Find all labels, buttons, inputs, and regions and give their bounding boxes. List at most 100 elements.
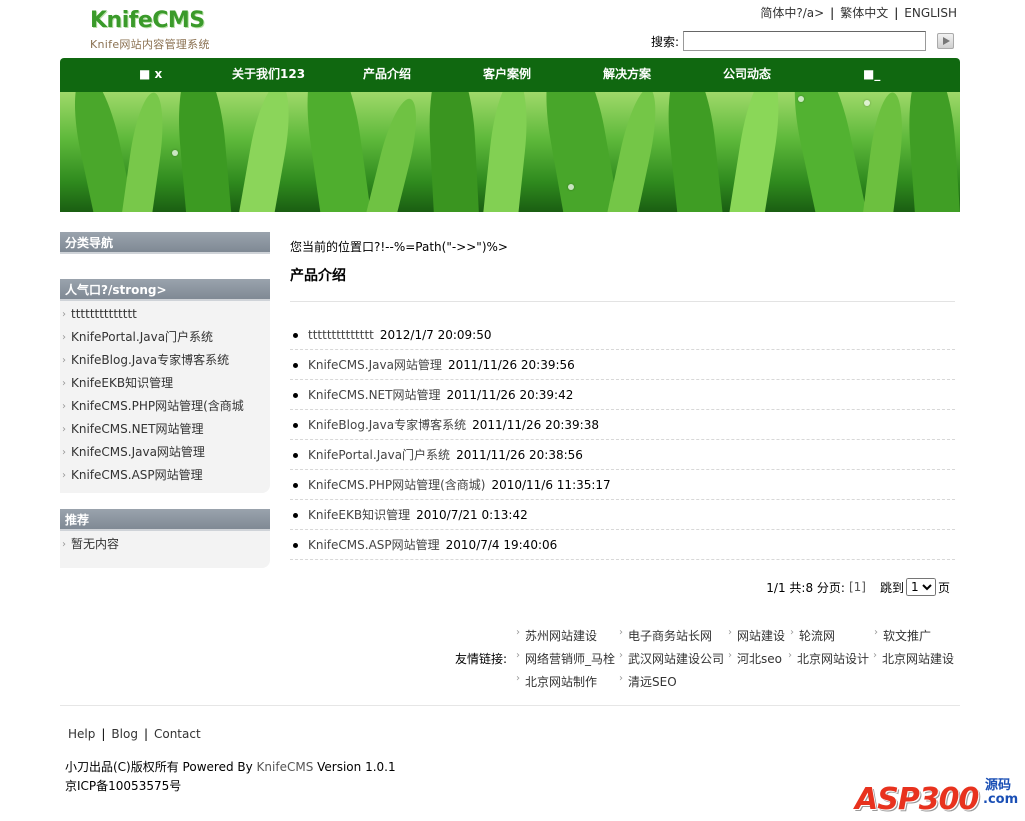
list-item: KnifePortal.Java门户系统 2011/11/26 20:38:56: [290, 440, 955, 470]
news-date: 2011/11/26 20:39:42: [446, 388, 574, 402]
list-item: KnifeEKB知识管理 2010/7/21 0:13:42: [290, 500, 955, 530]
list-item: KnifeBlog.Java专家博客系统 2011/11/26 20:39:38: [290, 410, 955, 440]
lang-simplified-chinese[interactable]: 简体中?/a>: [760, 6, 824, 20]
news-title-link[interactable]: tttttttttttttt: [308, 328, 374, 342]
friend-link[interactable]: 网站建设: [727, 627, 785, 644]
language-switcher: 简体中?/a> | 繁体中文 | ENGLISH: [760, 4, 957, 21]
news-title-link[interactable]: KnifeEKB知识管理: [308, 508, 410, 522]
popular-box: 人气口?/strong> tttttttttttttt KnifePortal.…: [60, 279, 270, 493]
news-date: 2010/11/6 11:35:17: [491, 478, 611, 492]
popular-item[interactable]: KnifeCMS.NET网站管理: [60, 418, 270, 441]
friend-link[interactable]: 清远SEO: [618, 673, 677, 690]
nav-item-news[interactable]: 公司动态: [723, 58, 771, 90]
news-date: 2010/7/4 19:40:06: [445, 538, 558, 552]
watermark-logo: ASP300 源码 .com: [855, 770, 1020, 820]
logo-text: KnifeCMS: [90, 8, 205, 33]
pagination: 1/1 共:8 分页: [1] 跳到 1 页: [766, 578, 950, 596]
nav-item-about[interactable]: 关于我们123: [232, 58, 305, 90]
news-title-link[interactable]: KnifeCMS.Java网站管理: [308, 358, 442, 372]
list-item: tttttttttttttt 2012/1/7 20:09:50: [290, 320, 955, 350]
nav-item-solutions[interactable]: 解决方案: [603, 58, 651, 90]
logo-subtitle: Knife网站内容管理系统: [90, 38, 210, 51]
watermark-com: .com: [983, 792, 1019, 807]
search-submit-icon[interactable]: [937, 33, 954, 49]
friend-link[interactable]: 河北seo: [727, 650, 782, 667]
separator: |: [894, 6, 899, 20]
separator: |: [143, 727, 148, 741]
popular-item[interactable]: KnifeBlog.Java专家博客系统: [60, 349, 270, 372]
popular-item[interactable]: KnifePortal.Java门户系统: [60, 326, 270, 349]
search-label: 搜索:: [651, 34, 680, 49]
news-list: tttttttttttttt 2012/1/7 20:09:50 KnifeCMS…: [290, 320, 955, 560]
footer-links: Help | Blog | Contact: [68, 727, 201, 741]
site-logo[interactable]: KnifeCMS Knife网站内容管理系统: [90, 8, 210, 52]
news-title-link[interactable]: KnifeCMS.NET网站管理: [308, 388, 440, 402]
friend-link[interactable]: 北京网站制作: [515, 673, 597, 690]
copyright-prefix: 小刀出品(C)版权所有 Powered By: [65, 760, 257, 774]
news-title-link[interactable]: KnifeCMS.PHP网站管理(含商城): [308, 478, 485, 492]
list-item: KnifeCMS.ASP网站管理 2010/7/4 19:40:06: [290, 530, 955, 560]
news-title-link[interactable]: KnifePortal.Java门户系统: [308, 448, 450, 462]
copyright-suffix: Version 1.0.1: [313, 760, 396, 774]
main-nav: ■ x 关于我们123 产品介绍 客户案例 解决方案 公司动态 ■_: [60, 58, 960, 92]
page-title: 产品介绍: [290, 268, 346, 284]
pager-jump-label: 跳到: [879, 580, 904, 595]
icp-number: 京ICP备10053575号: [65, 779, 182, 793]
footer-link-blog[interactable]: Blog: [111, 727, 138, 741]
friend-link[interactable]: 轮流网: [789, 627, 835, 644]
list-item: KnifeCMS.Java网站管理 2011/11/26 20:39:56: [290, 350, 955, 380]
lang-english[interactable]: ENGLISH: [904, 6, 957, 20]
friend-link[interactable]: 武汉网站建设公司: [618, 650, 724, 667]
separator: |: [101, 727, 106, 741]
popular-item[interactable]: KnifeEKB知识管理: [60, 372, 270, 395]
news-date: 2010/7/21 0:13:42: [416, 508, 528, 522]
nav-item-products[interactable]: 产品介绍: [363, 58, 411, 90]
news-date: 2012/1/7 20:09:50: [379, 328, 492, 342]
popular-item[interactable]: KnifeCMS.ASP网站管理: [60, 464, 270, 487]
recommend-list: 暂无内容: [60, 531, 270, 568]
separator: |: [830, 6, 835, 20]
watermark-cn: 源码: [985, 778, 1012, 793]
recommend-item: 暂无内容: [60, 533, 270, 556]
popular-item[interactable]: KnifeCMS.Java网站管理: [60, 441, 270, 464]
divider: [60, 705, 960, 706]
pager-page-suffix: 页: [937, 580, 950, 595]
breadcrumb: 您当前的位置口?!--%=Path("->>")%>: [290, 240, 508, 254]
friend-link[interactable]: 北京网站设计: [787, 650, 869, 667]
news-title-link[interactable]: KnifeCMS.ASP网站管理: [308, 538, 440, 552]
copyright: 小刀出品(C)版权所有 Powered By KnifeCMS Version …: [65, 758, 396, 775]
pager-summary: 1/1 共:8 分页:: [766, 580, 845, 595]
nav-item-extra[interactable]: ■_: [863, 58, 880, 90]
pager-page-link[interactable]: [1]: [849, 580, 866, 594]
category-nav-box: 分类导航: [60, 232, 270, 254]
nav-item-cases[interactable]: 客户案例: [483, 58, 531, 90]
friend-link[interactable]: 软文推广: [873, 627, 931, 644]
search-input[interactable]: [683, 31, 927, 51]
search-bar: 搜索:: [651, 31, 954, 51]
brand-link[interactable]: KnifeCMS: [257, 760, 314, 774]
lang-traditional-chinese[interactable]: 繁体中文: [840, 6, 888, 20]
footer-link-contact[interactable]: Contact: [154, 727, 201, 741]
footer-link-help[interactable]: Help: [68, 727, 95, 741]
news-title-link[interactable]: KnifeBlog.Java专家博客系统: [308, 418, 466, 432]
divider: [290, 301, 955, 302]
recommend-title: 推荐: [60, 509, 270, 531]
popular-item[interactable]: tttttttttttttt: [60, 303, 270, 326]
news-date: 2011/11/26 20:38:56: [456, 448, 583, 462]
friend-link[interactable]: 网络营销师_马栓: [515, 650, 615, 667]
category-nav-title: 分类导航: [60, 232, 270, 254]
list-item: KnifeCMS.PHP网站管理(含商城) 2010/11/6 11:35:17: [290, 470, 955, 500]
nav-item-home[interactable]: ■ x: [139, 58, 162, 90]
news-date: 2011/11/26 20:39:56: [447, 358, 575, 372]
friend-link[interactable]: 电子商务站长网: [618, 627, 712, 644]
recommend-box: 推荐 暂无内容: [60, 509, 270, 568]
pager-page-select[interactable]: 1: [905, 578, 936, 596]
friend-link[interactable]: 苏州网站建设: [515, 627, 597, 644]
popular-item[interactable]: KnifeCMS.PHP网站管理(含商城: [60, 395, 270, 418]
grass-banner: [60, 92, 960, 212]
popular-title: 人气口?/strong>: [60, 279, 270, 301]
friend-link[interactable]: 北京网站建设: [872, 650, 954, 667]
list-item: KnifeCMS.NET网站管理 2011/11/26 20:39:42: [290, 380, 955, 410]
popular-list: tttttttttttttt KnifePortal.Java门户系统 Knif…: [60, 301, 270, 493]
news-date: 2011/11/26 20:39:38: [472, 418, 599, 432]
